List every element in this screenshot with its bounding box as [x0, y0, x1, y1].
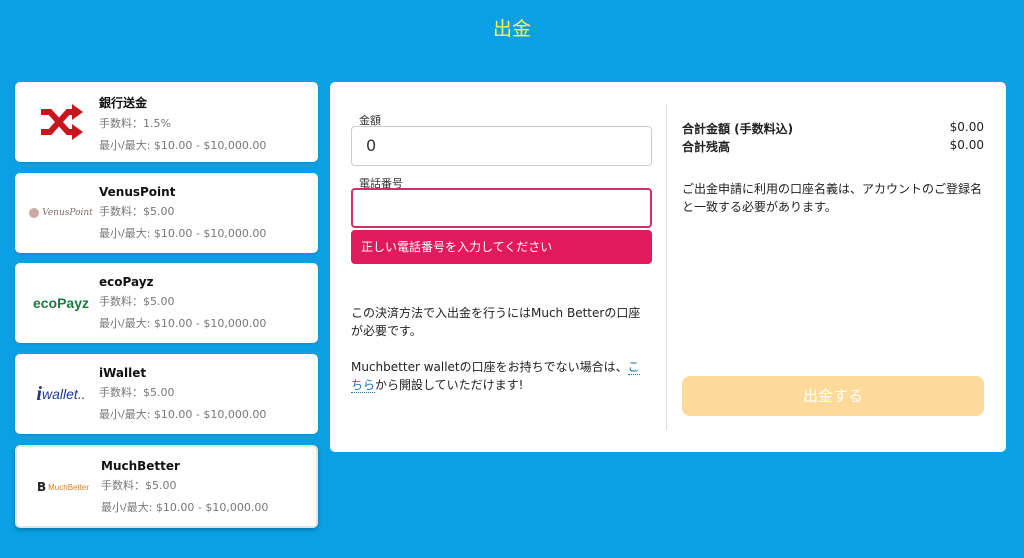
- method-card-ecopayz[interactable]: ecoPayz ecoPayz 手数料：$5.00 最小/最大: $10.00 …: [15, 263, 318, 343]
- method-range: 最小/最大: $10.00 - $10,000.00: [99, 317, 267, 330]
- phone-input[interactable]: [351, 188, 652, 228]
- muchbetter-signup-note: Muchbetter walletの口座をお持ちでない場合は、こちらから開設して…: [351, 358, 651, 394]
- method-card-muchbetter[interactable]: B MuchBetter MuchBetter 手数料：$5.00 最小/最大:…: [15, 445, 318, 528]
- page-title: 出金: [492, 18, 531, 40]
- muchbetter-note: この決済方法で入出金を行うにはMuch Betterの口座が必要です。: [351, 306, 641, 338]
- method-fee: 手数料：$5.00: [99, 205, 175, 218]
- method-card-venuspoint[interactable]: VenusPoint VenusPoint 手数料：$5.00 最小/最大: $…: [15, 173, 318, 253]
- method-range: 最小/最大: $10.00 - $10,000.00: [99, 227, 267, 240]
- method-name: iWallet: [99, 366, 147, 380]
- total-amount-value: $0.00: [949, 120, 984, 134]
- total-balance-label: 合計残高: [682, 140, 731, 154]
- total-amount-label: 合計金額 (手数料込): [682, 122, 794, 136]
- total-amount-row: 合計金額 (手数料込) $0.00: [682, 120, 984, 137]
- method-card-iwallet[interactable]: i wallet.. iWallet 手数料：$5.00 最小/最大: $10.…: [15, 354, 318, 434]
- withdraw-button[interactable]: 出金する: [682, 376, 984, 416]
- method-range: 最小/最大: $10.00 - $10,000.00: [99, 139, 267, 152]
- signup-note-text: Muchbetter walletの口座をお持ちでない場合は、: [351, 360, 628, 374]
- method-fee: 手数料：1.5%: [99, 117, 171, 130]
- muchbetter-logo: B MuchBetter: [36, 480, 90, 494]
- method-range: 最小/最大: $10.00 - $10,000.00: [101, 501, 269, 514]
- withdrawal-panel: 金額 0 電話番号 正しい電話番号を入力してください この決済方法で入出金を行う…: [330, 82, 1006, 452]
- amount-input[interactable]: 0: [351, 126, 652, 166]
- method-fee: 手数料：$5.00: [99, 295, 175, 308]
- signup-note-suffix: から開設していただけます!: [375, 378, 524, 392]
- method-name: VenusPoint: [99, 185, 176, 199]
- method-name: MuchBetter: [101, 459, 180, 473]
- total-balance-row: 合計残高 $0.00: [682, 138, 984, 155]
- method-fee: 手数料：$5.00: [101, 479, 177, 492]
- iwallet-logo: i wallet..: [36, 382, 86, 405]
- method-range: 最小/最大: $10.00 - $10,000.00: [99, 408, 267, 421]
- account-name-notice: ご出金申請に利用の口座名義は、アカウントのご登録名と一致する必要があります。: [682, 182, 983, 214]
- method-card-bank-transfer[interactable]: 銀行送金 手数料：1.5% 最小/最大: $10.00 - $10,000.00: [15, 82, 318, 162]
- method-name: 銀行送金: [99, 96, 148, 110]
- phone-error-message: 正しい電話番号を入力してください: [351, 230, 652, 264]
- shuffle-icon: [23, 92, 99, 152]
- ecopayz-logo: ecoPayz: [32, 295, 90, 311]
- method-name: ecoPayz: [99, 275, 154, 289]
- panel-divider: [666, 104, 667, 430]
- venuspoint-logo: VenusPoint: [23, 183, 99, 243]
- total-balance-value: $0.00: [949, 138, 984, 152]
- method-fee: 手数料：$5.00: [99, 386, 175, 399]
